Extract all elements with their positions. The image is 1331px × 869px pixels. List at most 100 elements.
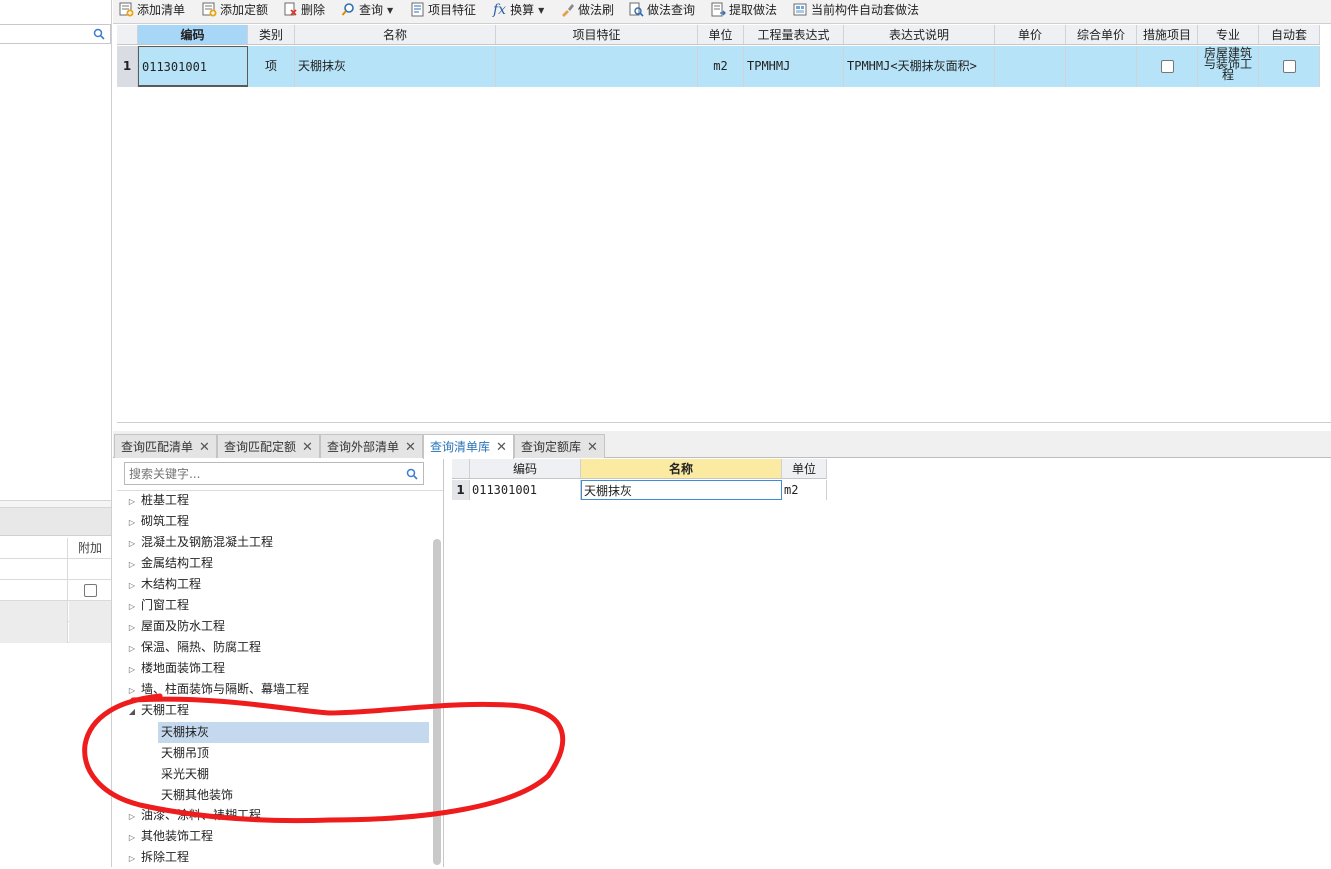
close-icon[interactable]: ✕ <box>496 440 507 455</box>
left-panel-splitter[interactable] <box>0 500 111 508</box>
left-table-cell[interactable] <box>69 559 111 580</box>
left-search-input[interactable] <box>0 24 111 44</box>
tree-node-floor-decoration[interactable]: ▷ 楼地面装饰工程 <box>117 658 225 679</box>
expand-arrow-icon[interactable]: ▷ <box>127 806 137 827</box>
unit-cell[interactable]: m2 <box>698 46 744 87</box>
expand-arrow-icon[interactable]: ▷ <box>127 512 137 533</box>
item-feature-button[interactable]: 项目特征 <box>410 0 476 22</box>
tree-node-ceiling[interactable]: ◢ 天棚工程 <box>117 700 189 721</box>
column-header-name[interactable]: 名称 <box>581 459 782 478</box>
name-cell[interactable]: 天棚抹灰 <box>581 480 782 500</box>
column-header-expression-desc[interactable]: 表达式说明 <box>844 25 995 44</box>
auto-apply-method-button[interactable]: 当前构件自动套做法 <box>793 0 919 22</box>
chevron-down-icon[interactable]: ▼ <box>387 1 393 21</box>
delete-button[interactable]: 删除 <box>283 0 325 22</box>
measure-item-cell[interactable] <box>1137 46 1198 87</box>
expand-arrow-icon[interactable]: ▷ <box>127 638 137 659</box>
name-cell[interactable]: 天棚抹灰 <box>295 46 496 87</box>
chevron-down-icon[interactable]: ▼ <box>538 1 544 21</box>
close-icon[interactable]: ✕ <box>199 440 210 455</box>
convert-button[interactable]: fx 换算 ▼ <box>493 0 544 22</box>
keyword-search-box[interactable] <box>124 462 424 485</box>
expand-arrow-icon[interactable]: ▷ <box>127 680 137 701</box>
close-icon[interactable]: ✕ <box>405 440 416 455</box>
expand-arrow-icon[interactable]: ▷ <box>127 533 137 554</box>
column-header-expression[interactable]: 工程量表达式 <box>744 25 844 44</box>
left-table-cell[interactable] <box>0 559 68 580</box>
composite-price-cell[interactable] <box>1066 46 1137 87</box>
expression-cell[interactable]: TPMHMJ <box>744 46 844 87</box>
tree-scrollbar[interactable] <box>433 539 441 865</box>
tree-node-roof-waterproof[interactable]: ▷ 屋面及防水工程 <box>117 616 225 637</box>
tree-node-pile-foundation[interactable]: ▷ 桩基工程 <box>117 490 189 511</box>
column-header-profession[interactable]: 专业 <box>1198 25 1259 44</box>
expression-desc-cell[interactable]: TPMHMJ<天棚抹灰面积> <box>844 46 995 87</box>
auto-apply-checkbox[interactable] <box>1282 60 1296 73</box>
expand-arrow-icon[interactable]: ▷ <box>127 659 137 680</box>
search-icon[interactable] <box>93 28 105 40</box>
column-header-auto-apply[interactable]: 自动套 <box>1259 25 1320 44</box>
column-header-composite-price[interactable]: 综合单价 <box>1066 25 1137 44</box>
feature-cell[interactable] <box>496 46 698 87</box>
column-header-category[interactable]: 类别 <box>248 25 295 44</box>
tree-node-suspended-ceiling[interactable]: 天棚吊顶 <box>158 743 429 764</box>
expand-arrow-icon[interactable]: ▷ <box>127 575 137 596</box>
search-icon[interactable] <box>406 468 418 480</box>
tree-node-masonry[interactable]: ▷ 砌筑工程 <box>117 511 189 532</box>
expand-arrow-icon[interactable]: ▷ <box>127 596 137 617</box>
auto-apply-cell[interactable] <box>1259 46 1320 87</box>
tree-node-metal-structure[interactable]: ▷ 金属结构工程 <box>117 553 213 574</box>
expand-arrow-icon[interactable]: ▷ <box>127 848 137 869</box>
add-list-button[interactable]: 添加清单 <box>119 0 185 22</box>
tree-node-insulation[interactable]: ▷ 保温、隔热、防腐工程 <box>117 637 261 658</box>
tree-node-ceiling-other[interactable]: 天棚其他装饰 <box>158 785 429 806</box>
tree-node-concrete[interactable]: ▷ 混凝土及钢筋混凝土工程 <box>117 532 273 553</box>
code-cell[interactable]: 011301001 <box>138 46 248 87</box>
tab-match-list[interactable]: 查询匹配清单 ✕ <box>114 434 217 458</box>
left-table-cell[interactable] <box>69 580 111 601</box>
tab-list-library[interactable]: 查询清单库 ✕ <box>423 434 514 459</box>
expand-arrow-icon[interactable]: ▷ <box>127 554 137 575</box>
tab-quota-library[interactable]: 查询定额库 ✕ <box>514 434 605 458</box>
unit-cell[interactable]: m2 <box>782 480 827 500</box>
tab-match-quota[interactable]: 查询匹配定额 ✕ <box>217 434 320 458</box>
column-header-measure-item[interactable]: 措施项目 <box>1137 25 1198 44</box>
expand-arrow-icon[interactable]: ▷ <box>127 491 137 512</box>
expand-arrow-icon[interactable]: ▷ <box>127 827 137 848</box>
column-header-code[interactable]: 编码 <box>470 459 581 478</box>
left-table-cell[interactable] <box>69 622 111 643</box>
tree-node-skylight-ceiling[interactable]: 采光天棚 <box>158 764 429 785</box>
left-table-row[interactable] <box>0 580 111 601</box>
code-cell[interactable]: 011301001 <box>470 480 581 500</box>
left-table-cell[interactable] <box>0 622 68 643</box>
expand-arrow-icon[interactable]: ▷ <box>127 617 137 638</box>
left-table-row[interactable] <box>0 559 111 580</box>
column-header-code[interactable]: 编码 <box>138 25 248 44</box>
price-cell[interactable] <box>995 46 1066 87</box>
column-header-feature[interactable]: 项目特征 <box>496 25 698 44</box>
table-row[interactable]: 1 011301001 项 天棚抹灰 m2 TPMHMJ TPMHMJ<天棚抹灰… <box>117 46 1320 87</box>
method-brush-button[interactable]: 做法刷 <box>560 0 614 22</box>
method-query-button[interactable]: 做法查询 <box>629 0 695 22</box>
category-cell[interactable]: 项 <box>248 46 295 87</box>
column-header-name[interactable]: 名称 <box>295 25 496 44</box>
left-table-cell[interactable] <box>0 580 68 601</box>
left-table-cell[interactable] <box>0 601 68 622</box>
measure-item-checkbox[interactable] <box>1160 60 1174 73</box>
close-icon[interactable]: ✕ <box>302 440 313 455</box>
keyword-search-input[interactable] <box>125 463 395 484</box>
tree-node-demolition[interactable]: ▷ 拆除工程 <box>117 847 189 868</box>
column-header-unit[interactable]: 单位 <box>782 459 827 478</box>
close-icon[interactable]: ✕ <box>587 440 598 455</box>
extract-method-button[interactable]: 提取做法 <box>711 0 777 22</box>
column-header-unit[interactable]: 单位 <box>698 25 744 44</box>
tree-node-other-decoration[interactable]: ▷ 其他装饰工程 <box>117 826 213 847</box>
row-number[interactable]: 1 <box>117 46 138 87</box>
row-number[interactable]: 1 <box>452 480 470 500</box>
column-header-price[interactable]: 单价 <box>995 25 1066 44</box>
query-button[interactable]: 查询 ▼ <box>341 0 393 22</box>
add-quota-button[interactable]: 添加定额 <box>202 0 268 22</box>
collapse-arrow-icon[interactable]: ◢ <box>127 701 137 722</box>
tab-external-list[interactable]: 查询外部清单 ✕ <box>320 434 423 458</box>
left-table-cell[interactable] <box>69 601 111 622</box>
